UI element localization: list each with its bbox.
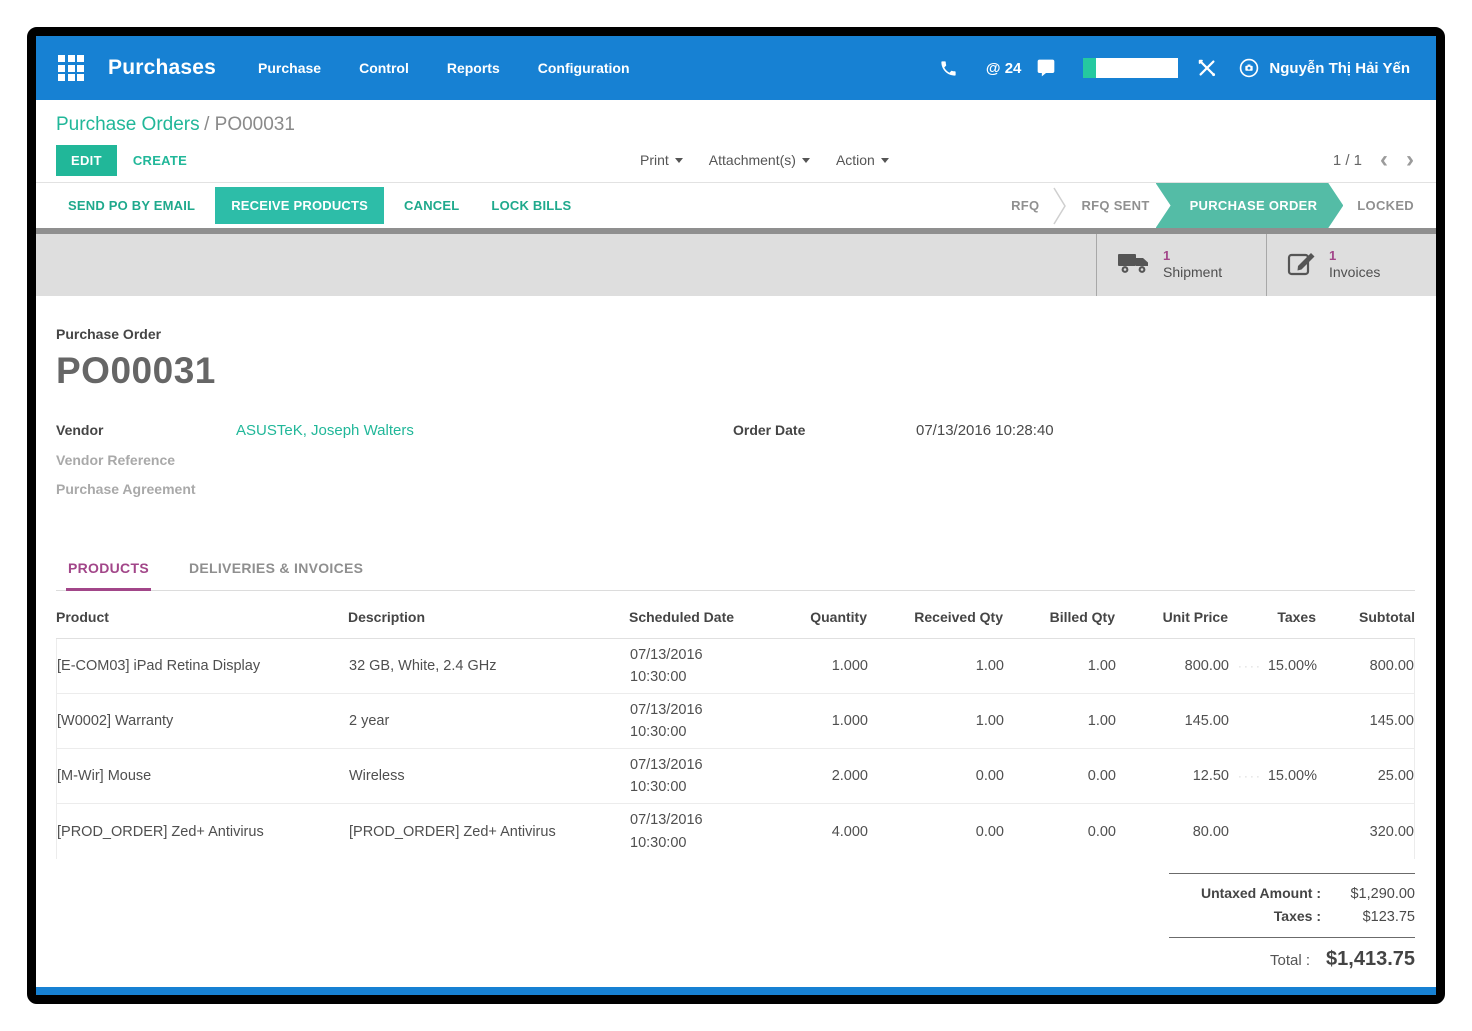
truck-icon — [1117, 250, 1151, 281]
step-locked[interactable]: LOCKED — [1343, 183, 1436, 228]
topbar-right: @ 24 Nguyễn Thị Hải Yến — [939, 57, 1410, 79]
untaxed-amount-label: Untaxed Amount : — [1201, 885, 1321, 901]
breadcrumb-separator: / — [204, 114, 215, 135]
col-billed-qty: Billed Qty — [1003, 609, 1115, 625]
col-quantity: Quantity — [757, 609, 867, 625]
order-date-label: Order Date — [733, 422, 916, 438]
breadcrumb-parent[interactable]: Purchase Orders — [56, 114, 200, 135]
col-received-qty: Received Qty — [867, 609, 1003, 625]
toolbar-center-actions: Print Attachment(s) Action — [640, 152, 889, 168]
col-scheduled-date: Scheduled Date — [629, 609, 757, 625]
invoices-stat-button[interactable]: 1 Invoices — [1266, 234, 1436, 296]
taxes-label: Taxes : — [1274, 908, 1321, 924]
invoices-count: 1 — [1329, 248, 1380, 264]
top-navbar: Purchases Purchase Control Reports Confi… — [36, 36, 1436, 100]
status-pipeline: RFQ RFQ SENT PURCHASE ORDER LOCKED — [997, 183, 1436, 228]
apps-grid-icon[interactable] — [58, 55, 84, 81]
form-fields: Vendor ASUSTeK, Joseph Walters Vendor Re… — [56, 422, 1415, 510]
menu-configuration[interactable]: Configuration — [538, 60, 630, 76]
pager-count: 1 / 1 — [1333, 152, 1362, 169]
total-value: $1,413.75 — [1326, 948, 1415, 971]
bottom-bar — [36, 987, 1436, 995]
col-description: Description — [348, 609, 629, 625]
user-name[interactable]: Nguyễn Thị Hải Yến — [1269, 60, 1410, 77]
menu-reports[interactable]: Reports — [447, 60, 500, 76]
pager: 1 / 1 ‹ › — [1333, 148, 1414, 172]
breadcrumb: Purchase Orders / PO00031 — [36, 100, 1436, 138]
invoice-edit-icon — [1287, 249, 1317, 282]
form-sheet: Purchase Order PO00031 Vendor ASUSTeK, J… — [36, 296, 1436, 987]
step-rfq-sent[interactable]: RFQ SENT — [1067, 183, 1163, 228]
table-row[interactable]: [M-Wir] Mouse Wireless 07/13/201610:30:0… — [57, 749, 1414, 804]
app-title: Purchases — [108, 56, 216, 80]
step-purchase-order[interactable]: PURCHASE ORDER — [1156, 183, 1344, 228]
vendor-reference-label: Vendor Reference — [56, 452, 236, 468]
receive-products-button[interactable]: RECEIVE PRODUCTS — [215, 187, 384, 224]
sheet-label: Purchase Order — [56, 326, 1415, 342]
notebook-tabs: PRODUCTS DELIVERIES & INVOICES — [56, 550, 1415, 591]
attachments-dropdown[interactable]: Attachment(s) — [709, 152, 810, 168]
chevron-down-icon — [881, 158, 889, 163]
create-button[interactable]: CREATE — [133, 153, 187, 168]
col-subtotal: Subtotal — [1316, 609, 1415, 625]
top-menu: Purchase Control Reports Configuration — [258, 60, 629, 76]
untaxed-amount-value: $1,290.00 — [1335, 886, 1415, 902]
send-po-by-email-button[interactable]: SEND PO BY EMAIL — [56, 189, 207, 222]
page: Purchases Purchase Control Reports Confi… — [0, 0, 1472, 1031]
stat-button-zone: 1 Shipment 1 Invoices — [36, 234, 1436, 296]
shipment-stat-button[interactable]: 1 Shipment — [1096, 234, 1266, 296]
action-dropdown[interactable]: Action — [836, 152, 889, 168]
chat-bubble-icon[interactable] — [1035, 58, 1057, 78]
progress-bar[interactable] — [1083, 58, 1178, 78]
shipment-label: Shipment — [1163, 264, 1222, 282]
user-avatar-icon[interactable] — [1238, 57, 1260, 79]
tools-icon[interactable] — [1196, 57, 1218, 79]
menu-purchase[interactable]: Purchase — [258, 60, 321, 76]
step-rfq[interactable]: RFQ — [997, 183, 1053, 228]
table-header: Product Description Scheduled Date Quant… — [56, 595, 1415, 639]
statusbar: SEND PO BY EMAIL RECEIVE PRODUCTS CANCEL… — [36, 182, 1436, 228]
toolbar: EDIT CREATE Print Attachment(s) Action 1… — [36, 138, 1436, 182]
vendor-label: Vendor — [56, 422, 236, 438]
taxes-value: $123.75 — [1335, 909, 1415, 925]
table-row[interactable]: [E-COM03] iPad Retina Display 32 GB, Whi… — [57, 639, 1414, 694]
menu-control[interactable]: Control — [359, 60, 409, 76]
statusbar-buttons: SEND PO BY EMAIL RECEIVE PRODUCTS CANCEL… — [36, 187, 583, 224]
table-row[interactable]: [PROD_ORDER] Zed+ Antivirus [PROD_ORDER]… — [57, 804, 1414, 859]
vendor-value-link[interactable]: ASUSTeK, Joseph Walters — [236, 422, 414, 439]
chevron-down-icon — [675, 158, 683, 163]
totals-block: Untaxed Amount : $1,290.00 Taxes : $123.… — [1169, 873, 1415, 971]
progress-fill — [1083, 58, 1096, 78]
chevron-down-icon — [802, 158, 810, 163]
app-window: Purchases Purchase Control Reports Confi… — [27, 27, 1445, 1004]
pager-prev-icon[interactable]: ‹ — [1380, 148, 1388, 172]
tab-products[interactable]: PRODUCTS — [66, 550, 151, 591]
total-label: Total : — [1270, 952, 1310, 969]
pager-next-icon[interactable]: › — [1406, 148, 1414, 172]
shipment-count: 1 — [1163, 248, 1222, 264]
purchase-agreement-label: Purchase Agreement — [56, 481, 236, 497]
phone-icon[interactable] — [939, 59, 958, 78]
tab-deliveries-invoices[interactable]: DELIVERIES & INVOICES — [187, 550, 365, 590]
breadcrumb-current: PO00031 — [215, 114, 295, 135]
print-dropdown[interactable]: Print — [640, 152, 683, 168]
col-unit-price: Unit Price — [1115, 609, 1228, 625]
table-row[interactable]: [W0002] Warranty 2 year 07/13/201610:30:… — [57, 694, 1414, 749]
messages-badge[interactable]: @ 24 — [986, 60, 1021, 77]
po-number-title: PO00031 — [56, 350, 1415, 392]
col-taxes: Taxes — [1228, 609, 1316, 625]
cancel-button[interactable]: CANCEL — [392, 189, 471, 222]
edit-button[interactable]: EDIT — [56, 145, 117, 176]
chevron-right-icon — [1053, 186, 1067, 226]
order-date-value: 07/13/2016 10:28:40 — [916, 422, 1054, 439]
order-lines-table: Product Description Scheduled Date Quant… — [56, 595, 1415, 859]
col-product: Product — [56, 609, 348, 625]
lock-bills-button[interactable]: LOCK BILLS — [479, 189, 583, 222]
invoices-label: Invoices — [1329, 264, 1380, 282]
